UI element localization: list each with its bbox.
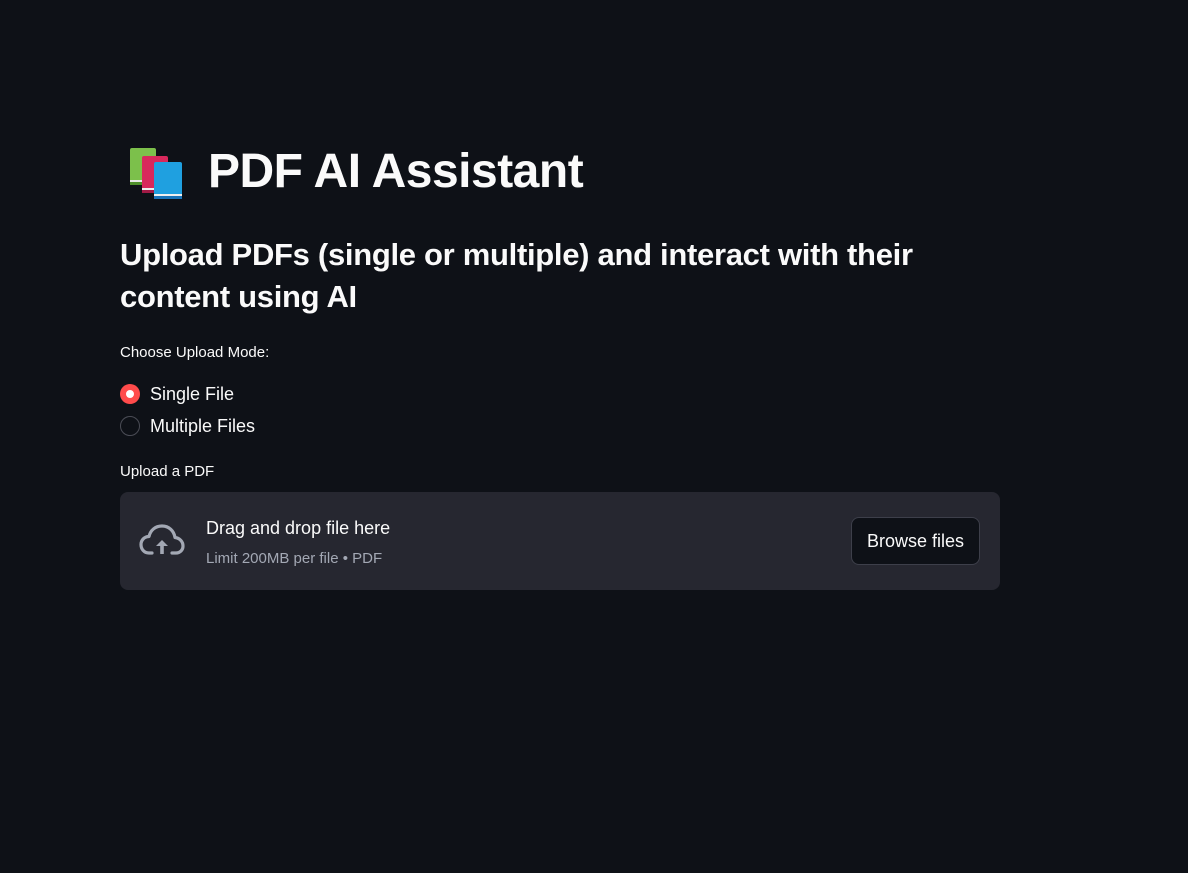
radio-option-label: Multiple Files [150, 416, 256, 436]
radio-option-label: Single File [150, 384, 235, 404]
radio-unselected-icon[interactable] [120, 416, 140, 436]
title-row: PDF AI Assistant [128, 140, 584, 204]
cloud-upload-icon [138, 522, 186, 560]
file-dropzone[interactable]: Drag and drop file here Limit 200MB per … [120, 492, 1000, 590]
upload-mode-label: Choose Upload Mode: [120, 344, 270, 361]
page-subtitle: Upload PDFs (single or multiple) and int… [120, 237, 913, 314]
upload-mode-radio-group: Single File Multiple Files [120, 378, 255, 442]
books-icon [128, 144, 188, 200]
radio-option-single-file[interactable]: Single File [120, 378, 255, 410]
browse-files-button[interactable]: Browse files [850, 517, 980, 565]
page-title: PDF AI Assistant [208, 145, 584, 198]
file-uploader-label: Upload a PDF [120, 463, 215, 480]
radio-selected-icon[interactable] [120, 384, 140, 404]
dropzone-limit-text: Limit 200MB per file • PDF [206, 550, 383, 567]
dropzone-instruction: Drag and drop file here [206, 518, 391, 538]
radio-option-multiple-files[interactable]: Multiple Files [120, 410, 255, 442]
